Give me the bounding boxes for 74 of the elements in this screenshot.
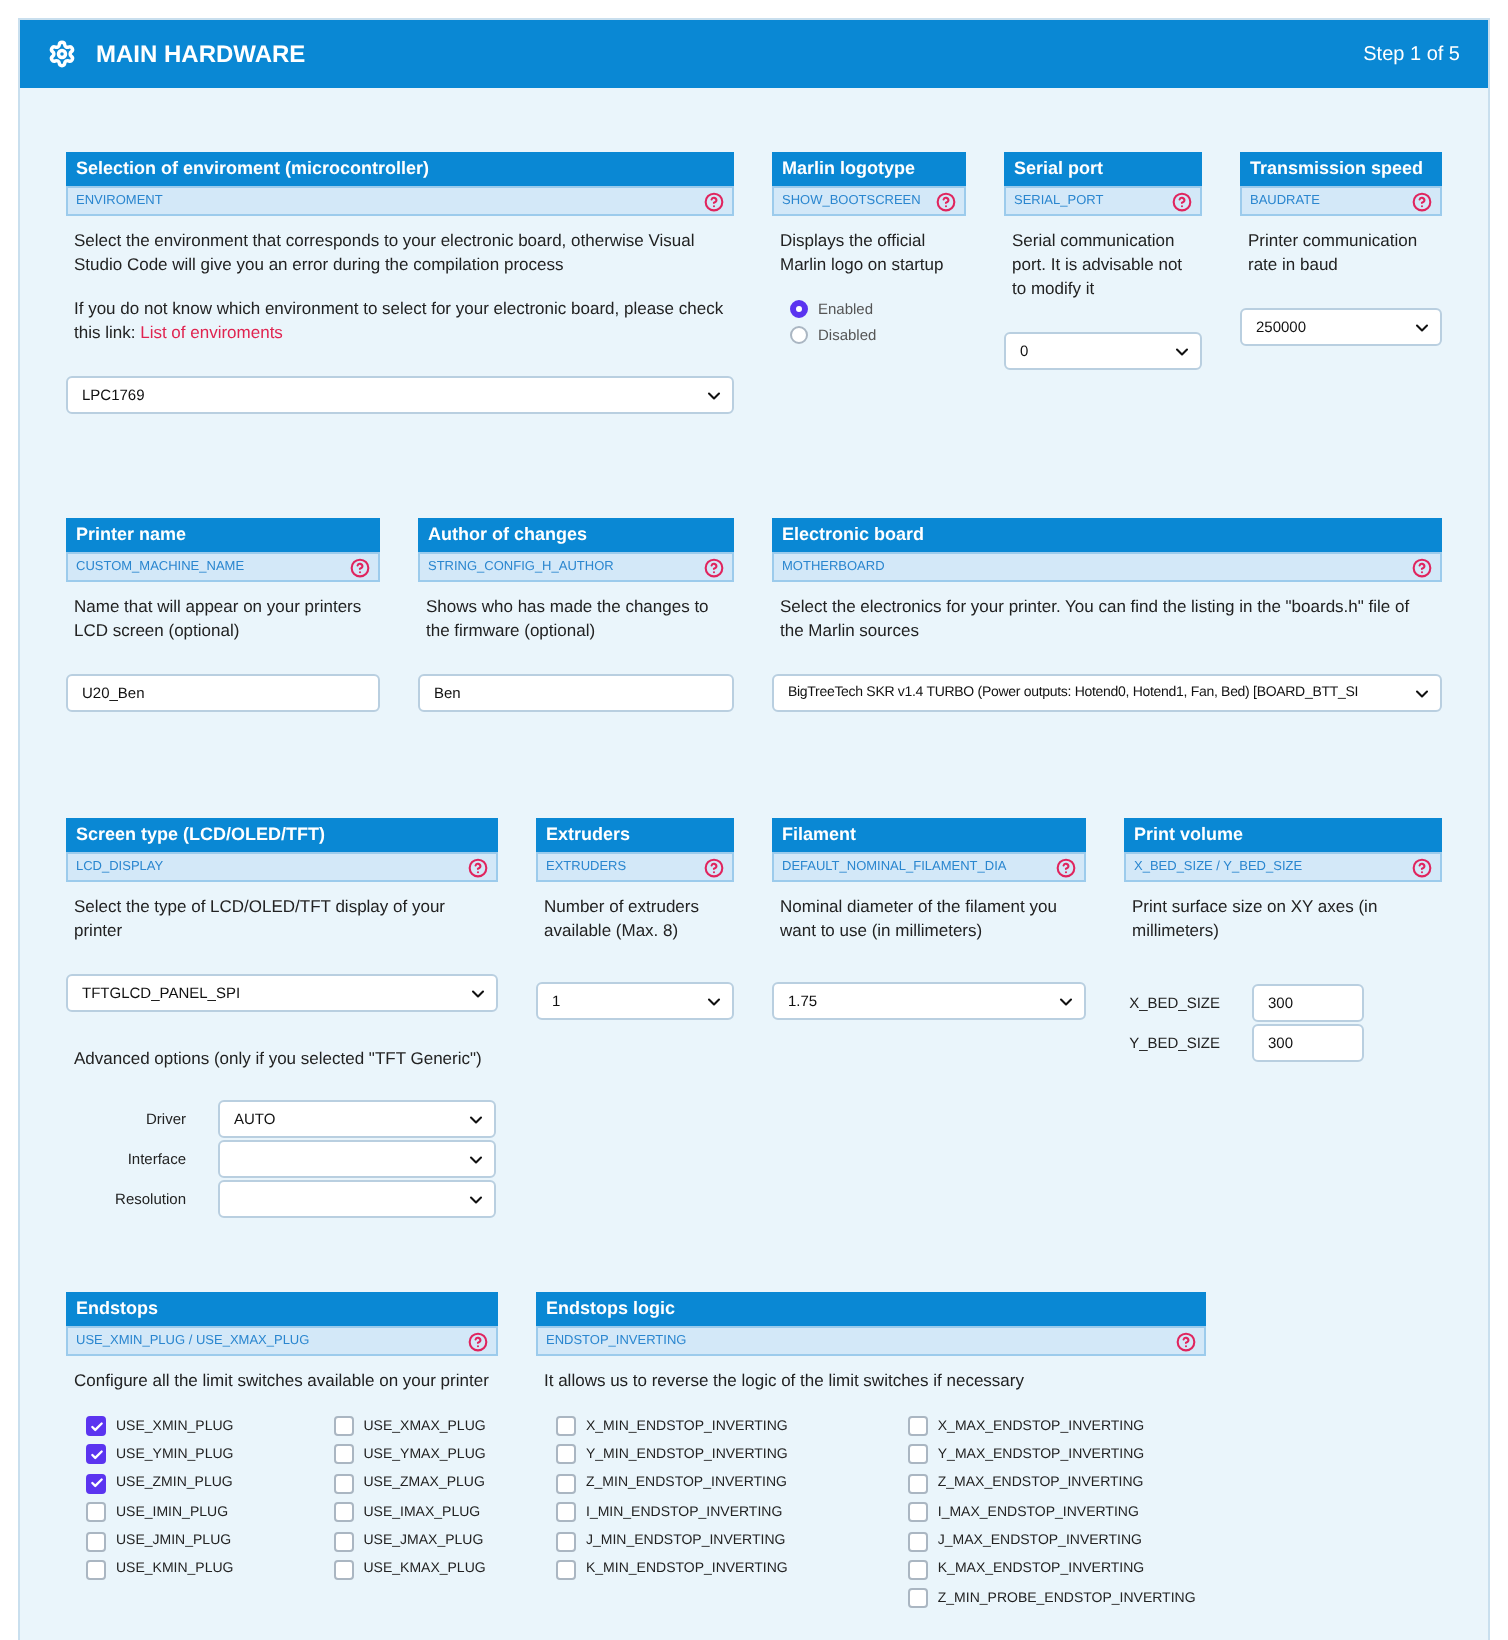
panel-title: Selection of enviroment (microcontroller) [66,152,734,186]
panel-title: Electronic board [772,518,1442,552]
description-text: Serial communication port. It is advisable not to modify it [1012,228,1185,300]
panel-title: Transmission speed [1240,152,1442,186]
checkbox[interactable] [86,1531,106,1552]
panel-title: Extruders [536,818,734,852]
help-icon[interactable] [1176,1331,1196,1351]
panel-title: Marlin logotype [772,152,966,186]
help-icon[interactable] [468,1331,488,1351]
checkbox[interactable] [907,1531,928,1552]
checkbox[interactable] [86,1473,106,1494]
checkbox[interactable] [333,1502,354,1523]
panel-title: Printer name [66,518,380,552]
help-icon[interactable] [704,191,724,211]
gear-icon [48,40,76,68]
help-icon[interactable] [1412,191,1432,211]
checkbox[interactable] [333,1444,354,1465]
description-text: It allows us to reverse the logic of the limit switches if necessary [544,1368,1026,1392]
checkbox[interactable] [556,1473,576,1494]
description-text: Number of extruders available (Max. 8) [544,894,701,942]
panel-title: Endstops [66,1292,498,1326]
description-text: Displays the official Marlin logo on startup [780,228,946,276]
checkbox[interactable] [556,1416,576,1436]
checkbox[interactable] [556,1444,576,1465]
panel-title: Filament [772,818,1086,852]
help-icon[interactable] [1172,191,1192,211]
help-icon[interactable] [936,191,956,211]
checkbox[interactable] [556,1559,576,1580]
checkbox[interactable] [333,1559,354,1580]
description-text: Printer communication rate in baud [1248,228,1420,276]
checkbox[interactable] [333,1531,354,1552]
checkbox[interactable] [907,1502,928,1523]
select-field[interactable] [218,1180,496,1218]
checkbox[interactable] [86,1502,106,1523]
checkbox[interactable] [907,1588,928,1609]
select-field[interactable] [218,1140,496,1178]
description-text: Select the type of LCD/OLED/TFT display of your printer [74,894,448,942]
description-text: Print surface size on XY axes (in millimeters) [1132,894,1380,942]
help-icon[interactable] [704,857,724,877]
description-text: Select the electronics for your printer. You can find the listing in the "boards.h" file of the Marlin sources [780,594,1412,642]
note-text: Advanced options (only if you selected "TFT Generic") [74,1048,484,1068]
checkbox[interactable] [907,1473,928,1494]
checkbox[interactable] [86,1444,106,1465]
help-icon[interactable] [468,857,488,877]
description-text: Select the environment that corresponds to your electronic board, otherwise Visual Studio Code will give you an error during the compilation process [74,228,697,276]
step-indicator: Step 1 of 5 [1363,43,1460,65]
description-text: Configure all the limit switches available on your printer [74,1368,490,1392]
help-icon[interactable] [1056,857,1076,877]
environments-link[interactable]: List of enviroments [140,322,283,342]
checkbox[interactable] [333,1416,354,1436]
description-text: If you do not know which environment to select for your electronic board, please check this link: List of enviroments [74,296,726,344]
checkbox[interactable] [86,1416,106,1436]
description-text: Shows who has made the changes to the firmware (optional) [426,594,711,642]
checkbox[interactable] [907,1416,928,1436]
radio-button[interactable] [790,300,808,318]
checkbox[interactable] [907,1559,928,1580]
checkbox[interactable] [556,1531,576,1552]
help-icon[interactable] [350,557,370,577]
help-icon[interactable] [1412,857,1432,877]
description-text: Name that will appear on your printers LCD screen (optional) [74,594,364,642]
help-icon[interactable] [704,557,724,577]
checkbox[interactable] [556,1502,576,1523]
panel-title: Serial port [1004,152,1202,186]
checkbox[interactable] [907,1444,928,1465]
checkbox[interactable] [86,1559,106,1580]
description-text: Nominal diameter of the filament you want to use (in millimeters) [780,894,1059,942]
checkbox[interactable] [333,1473,354,1494]
help-icon[interactable] [1412,557,1432,577]
radio-button[interactable] [790,326,808,344]
card-title: MAIN HARDWARE [96,40,308,68]
panel-title: Author of changes [418,518,734,552]
panel-title: Print volume [1124,818,1442,852]
panel-title: Endstops logic [536,1292,1206,1326]
panel-title: Screen type (LCD/OLED/TFT) [66,818,498,852]
